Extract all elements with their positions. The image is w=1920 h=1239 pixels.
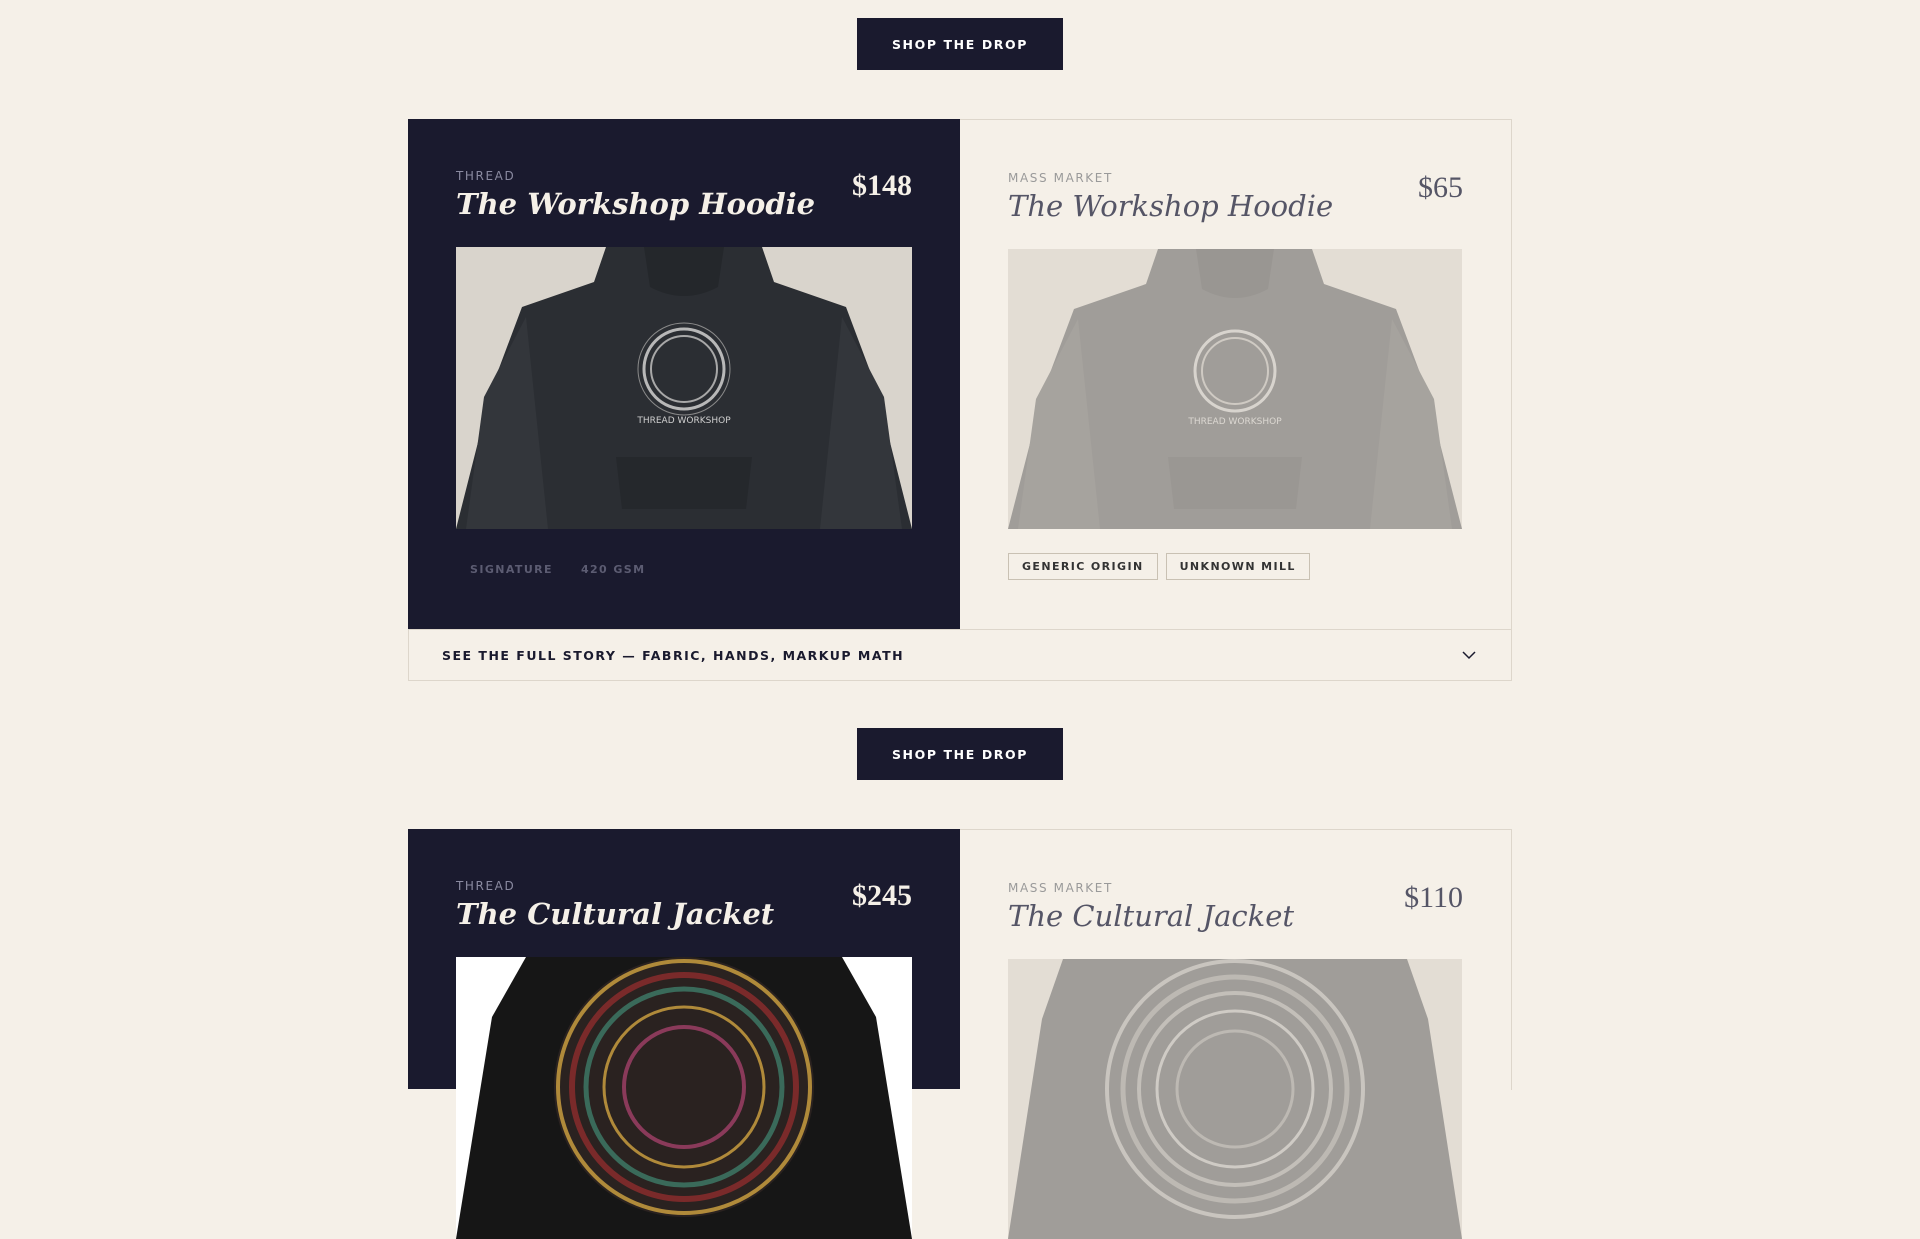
product-price: $65	[1418, 171, 1463, 204]
brand-label: MASS MARKET	[1008, 881, 1113, 895]
spec-tag: 420 GSM	[580, 563, 646, 576]
product-price: $245	[852, 879, 912, 912]
shop-the-drop-button[interactable]: SHOP THE DROP	[857, 18, 1063, 70]
hoodie-logo-text: THREAD WORKSHOP	[636, 416, 731, 426]
hoodie-image: THREAD WORKSHOP	[456, 247, 912, 529]
mass-market-panel: MASS MARKET The Cultural Jacket $110	[960, 829, 1512, 1239]
product-price: $110	[1404, 881, 1463, 914]
jacket-image-faded	[1008, 959, 1462, 1239]
chevron-down-icon	[1462, 651, 1476, 660]
hoodie-image-faded: THREAD WORKSHOP	[1008, 249, 1462, 529]
spec-tags: SIGNATURE 420 GSM	[456, 559, 659, 580]
jacket-image	[456, 957, 912, 1239]
spec-tag: SIGNATURE	[470, 563, 553, 576]
full-story-toggle[interactable]: SEE THE FULL STORY — FABRIC, HANDS, MARK…	[408, 629, 1512, 681]
spec-tag: UNKNOWN MILL	[1165, 553, 1310, 580]
comparison-card-jacket: THREAD The Cultural Jacket $245 MASS MAR…	[408, 829, 1512, 1239]
hoodie-logo-text: THREAD WORKSHOP	[1187, 417, 1282, 427]
spec-tags: GENERIC ORIGIN UNKNOWN MILL	[1008, 553, 1318, 580]
brand-label: THREAD	[456, 879, 516, 893]
shop-the-drop-button[interactable]: SHOP THE DROP	[857, 728, 1063, 780]
product-title: The Cultural Jacket	[1008, 899, 1295, 933]
thread-panel: THREAD The Workshop Hoodie $148 THREAD W…	[408, 119, 960, 630]
comparison-card-hoodie: THREAD The Workshop Hoodie $148 THREAD W…	[408, 119, 1512, 681]
full-story-label: SEE THE FULL STORY — FABRIC, HANDS, MARK…	[442, 647, 905, 663]
brand-label: THREAD	[456, 169, 516, 183]
product-price: $148	[852, 169, 912, 202]
brand-label: MASS MARKET	[1008, 171, 1113, 185]
product-title: The Cultural Jacket	[456, 897, 775, 931]
product-title: The Workshop Hoodie	[1008, 189, 1334, 223]
thread-panel: THREAD The Cultural Jacket $245	[408, 829, 960, 1239]
mass-market-panel: MASS MARKET The Workshop Hoodie $65 THRE…	[960, 119, 1512, 631]
product-title: The Workshop Hoodie	[456, 187, 816, 221]
spec-tag: GENERIC ORIGIN	[1008, 553, 1158, 580]
